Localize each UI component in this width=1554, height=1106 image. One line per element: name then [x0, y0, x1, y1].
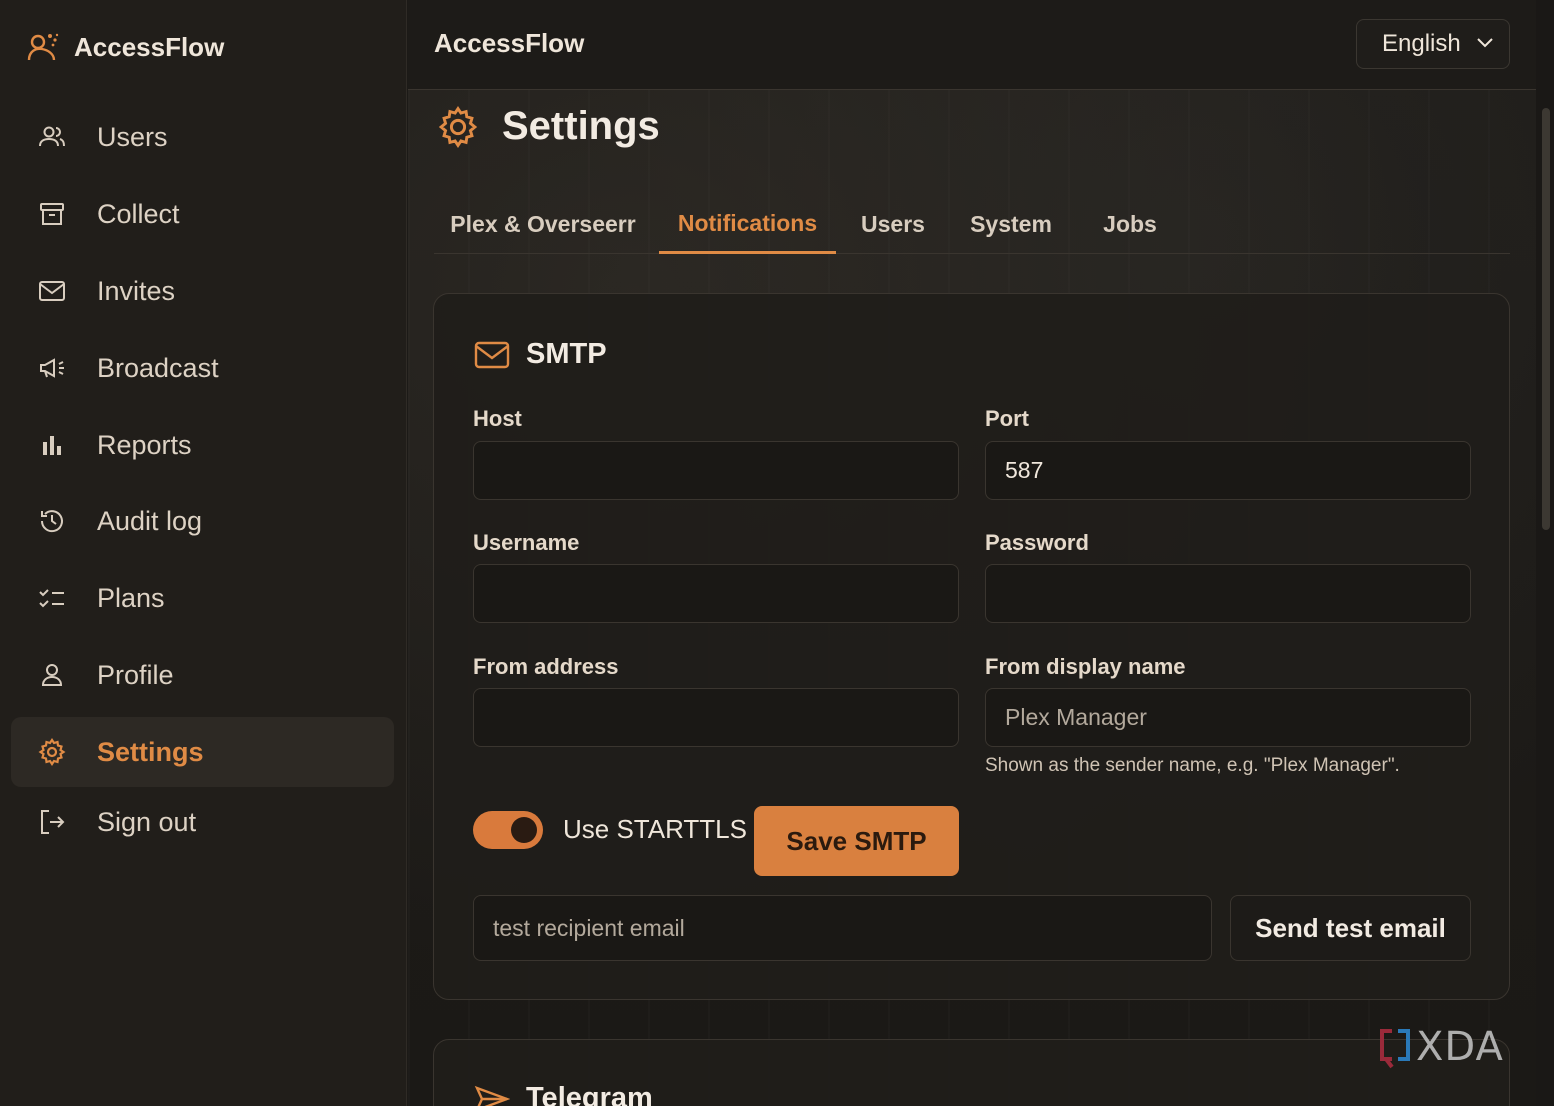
tab-notifications[interactable]: Notifications [659, 195, 836, 254]
from-display-name-input[interactable]: Plex Manager [985, 688, 1471, 747]
logo-icon [27, 33, 59, 61]
sidebar-item-label: Invites [97, 275, 176, 306]
host-input[interactable] [473, 441, 959, 500]
settings-tabs: Plex & Overseerr Notifications Users Sys… [434, 195, 1510, 254]
user-icon [41, 664, 63, 686]
page-title-text: Settings [502, 104, 660, 148]
language-value: English [1382, 30, 1461, 57]
megaphone-icon [40, 358, 64, 378]
checklist-icon [39, 589, 64, 608]
sidebar-item-settings[interactable]: Settings [11, 717, 394, 787]
sidebar-item-label: Profile [97, 659, 174, 690]
bar-chart-icon [43, 436, 61, 455]
from-display-name-hint: Shown as the sender name, e.g. "Plex Man… [985, 755, 1400, 776]
sidebar-item-label: Reports [97, 429, 192, 460]
tab-plex-overseerr[interactable]: Plex & Overseerr [434, 195, 652, 254]
sidebar-item-reports[interactable]: Reports [11, 410, 394, 480]
host-label: Host [473, 406, 522, 431]
chevron-down-icon [1477, 38, 1493, 48]
telegram-card: Telegram [433, 1039, 1510, 1106]
starttls-label: Use STARTTLS [563, 814, 747, 844]
port-input[interactable]: 587 [985, 441, 1471, 500]
password-input[interactable] [985, 564, 1471, 623]
sidebar-item-broadcast[interactable]: Broadcast [11, 333, 394, 403]
smtp-section-title: SMTP [474, 338, 607, 371]
sidebar-item-sign-out[interactable]: Sign out [11, 787, 394, 857]
watermark-text: XDA [1416, 1024, 1504, 1070]
sidebar-item-profile[interactable]: Profile [11, 640, 394, 710]
send-test-email-button[interactable]: Send test email [1230, 895, 1471, 961]
sidebar-item-audit-log[interactable]: Audit log [11, 486, 394, 556]
scrollbar-thumb[interactable] [1542, 108, 1550, 530]
brand[interactable]: AccessFlow [26, 30, 224, 64]
from-address-input[interactable] [473, 688, 959, 747]
logout-icon [41, 810, 65, 834]
mail-icon [39, 281, 65, 301]
page-title: Settings [436, 104, 660, 149]
mail-icon [474, 341, 510, 368]
main-content: AccessFlow English Settings Plex & Overs… [408, 0, 1536, 1106]
tab-jobs[interactable]: Jobs [1088, 195, 1172, 254]
sidebar-item-users[interactable]: Users [11, 102, 394, 172]
test-recipient-input[interactable]: test recipient email [473, 895, 1212, 961]
scrollbar[interactable] [1536, 0, 1554, 1106]
sidebar: AccessFlow Users Collect Invites Broadca… [0, 0, 407, 1106]
sidebar-item-label: Settings [97, 736, 204, 767]
username-input[interactable] [473, 564, 959, 623]
password-label: Password [985, 530, 1089, 555]
sidebar-item-invites[interactable]: Invites [11, 256, 394, 326]
smtp-card: SMTP Host Port 587 Username Password Fro… [433, 293, 1510, 1000]
tab-system[interactable]: System [956, 195, 1066, 254]
history-icon [40, 510, 63, 533]
smtp-title: SMTP [526, 338, 607, 370]
from-address-label: From address [473, 654, 619, 679]
app-title: AccessFlow [434, 28, 585, 58]
sidebar-item-plans[interactable]: Plans [11, 563, 394, 633]
starttls-toggle[interactable] [473, 811, 543, 849]
sidebar-item-label: Sign out [97, 806, 197, 837]
brand-name: AccessFlow [74, 31, 225, 62]
language-select[interactable]: English [1356, 19, 1510, 69]
sidebar-item-label: Audit log [97, 505, 203, 536]
from-display-name-label: From display name [985, 654, 1186, 679]
gear-icon [38, 738, 66, 766]
port-label: Port [985, 406, 1029, 431]
telegram-title: Telegram [526, 1082, 653, 1106]
users-icon [39, 126, 65, 147]
username-label: Username [473, 530, 580, 555]
telegram-section-title: Telegram [474, 1082, 653, 1106]
sidebar-item-label: Plans [97, 582, 165, 613]
gear-icon [438, 105, 478, 148]
xda-watermark: XDA [1378, 1024, 1504, 1070]
toggle-knob [511, 817, 537, 843]
save-smtp-button[interactable]: Save SMTP [754, 806, 959, 876]
sidebar-item-collect[interactable]: Collect [11, 179, 394, 249]
sidebar-item-label: Broadcast [97, 352, 219, 383]
tab-users[interactable]: Users [852, 195, 934, 254]
sidebar-item-label: Users [97, 121, 168, 152]
sidebar-item-label: Collect [97, 198, 180, 229]
send-icon [474, 1085, 510, 1106]
archive-icon [40, 203, 64, 225]
xda-logo-icon [1380, 1029, 1410, 1069]
topbar: AccessFlow English [408, 0, 1536, 90]
